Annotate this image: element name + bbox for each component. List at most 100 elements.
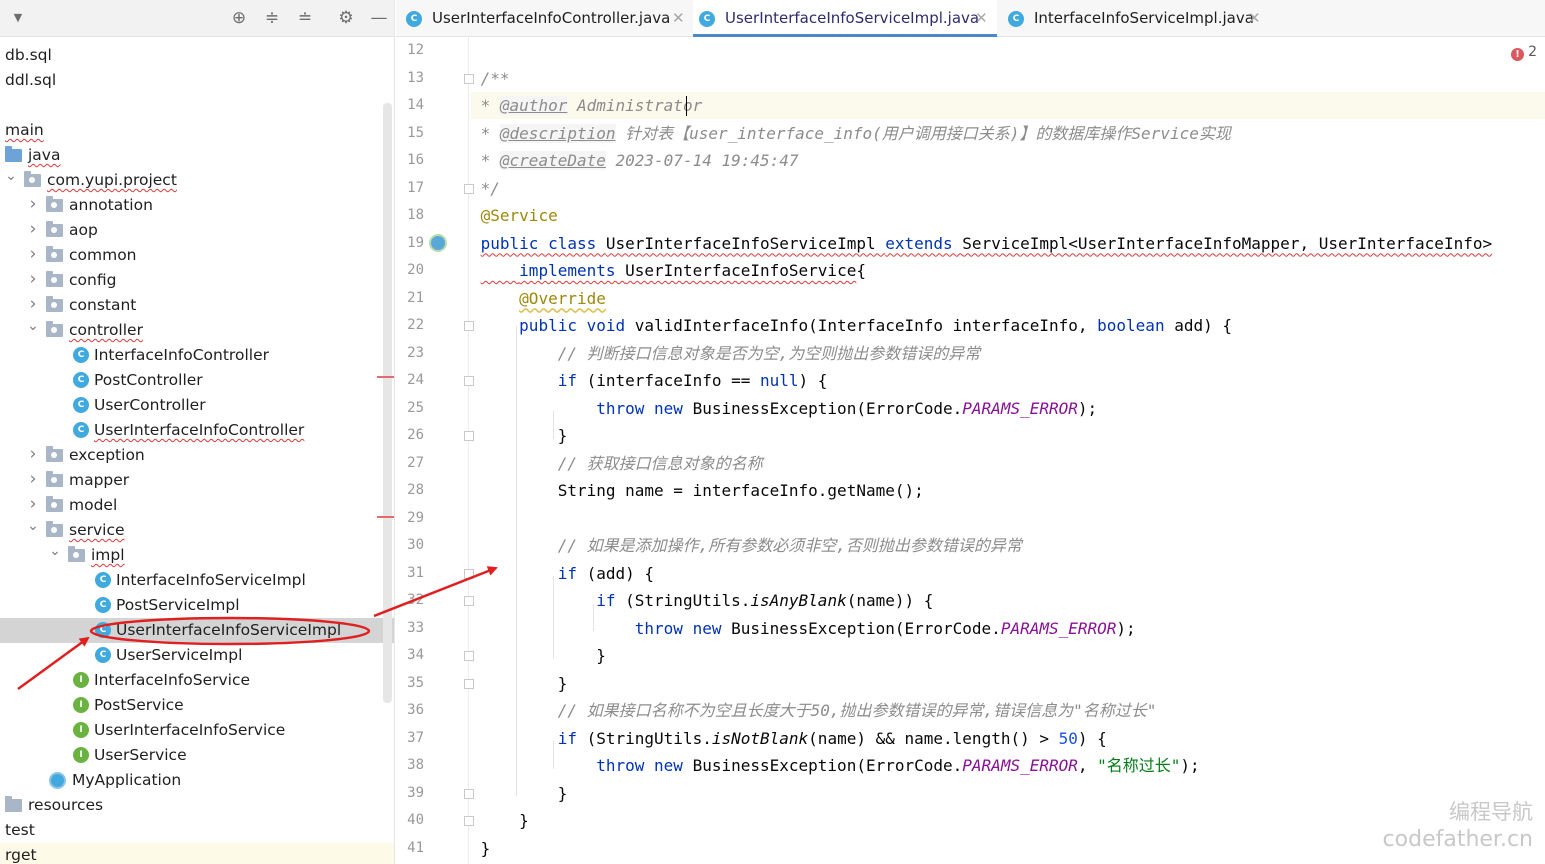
- tree-item-label: main: [5, 121, 44, 139]
- chevron-down-icon[interactable]: ⌄: [4, 164, 18, 189]
- tree-item[interactable]: ⌄ controller: [0, 318, 394, 343]
- code-line: public void validInterfaceInfo(Interface…: [471, 312, 1545, 339]
- tab-label: UserInterfaceInfoController.java: [432, 9, 671, 27]
- tree-item[interactable]: ⌄ com.yupi.project: [0, 168, 394, 193]
- tab-interface-info-service-impl[interactable]: C InterfaceInfoServiceImpl.java ✕: [1008, 0, 1268, 37]
- tree-item-label: annotation: [69, 196, 153, 214]
- folder-icon: [5, 796, 22, 812]
- line-number: 34: [407, 647, 424, 663]
- tree-item[interactable]: [0, 93, 394, 118]
- tree-item-label: mapper: [69, 471, 130, 489]
- tree-item[interactable]: rget: [0, 843, 394, 864]
- tree-item[interactable]: I InterfaceInfoService: [0, 668, 394, 693]
- tree-item-label: InterfaceInfoController: [94, 346, 269, 364]
- class-icon: C: [73, 347, 89, 363]
- folder-icon: [46, 221, 63, 237]
- tree-item[interactable]: java: [0, 143, 394, 168]
- code-line: * @createDate 2023-07-14 19:45:47: [471, 147, 1545, 174]
- folder-icon: [46, 196, 63, 212]
- tree-item[interactable]: C InterfaceInfoServiceImpl: [0, 568, 394, 593]
- tree-item[interactable]: › constant: [0, 293, 394, 318]
- code-area[interactable]: /** * @author Administrator * @descripti…: [471, 37, 1545, 864]
- folder-icon: [46, 296, 63, 312]
- tree-item[interactable]: C UserServiceImpl: [0, 643, 394, 668]
- bean-gutter-icon[interactable]: [429, 233, 447, 252]
- line-number: 15: [407, 124, 424, 141]
- editor: C UserInterfaceInfoController.java ✕ C U…: [396, 0, 1545, 864]
- code-token: *: [480, 96, 500, 115]
- tree-item[interactable]: C InterfaceInfoController: [0, 343, 394, 368]
- code-line: if (interfaceInfo == null) {: [471, 367, 1545, 394]
- tree-item-label: UserInterfaceInfoService: [94, 721, 286, 739]
- minimize-icon[interactable]: —: [369, 8, 389, 28]
- chevron-right-icon[interactable]: ›: [26, 217, 40, 242]
- tab-user-interface-info-controller[interactable]: C UserInterfaceInfoController.java ✕: [406, 0, 689, 37]
- code-token: if: [596, 591, 626, 610]
- code-token: implements: [519, 261, 626, 280]
- tree-item[interactable]: ddl.sql: [0, 68, 394, 93]
- tree-item[interactable]: db.sql: [0, 43, 394, 68]
- code-line: public class UserInterfaceInfoServiceImp…: [471, 230, 1545, 257]
- tree-item[interactable]: I UserInterfaceInfoService: [0, 718, 394, 743]
- tree-scrollbar[interactable]: [383, 103, 392, 703]
- tree-item[interactable]: test: [0, 818, 394, 843]
- collapse-all-icon[interactable]: ≐: [295, 8, 315, 28]
- tree-item[interactable]: › annotation: [0, 192, 394, 218]
- tree-item[interactable]: resources: [0, 793, 394, 818]
- code-line: @Service: [471, 202, 1545, 229]
- chevron-down-icon[interactable]: ⌄: [26, 314, 40, 339]
- tree-item[interactable]: C UserInterfaceInfoController: [0, 418, 394, 443]
- code-token: throw new: [596, 756, 693, 775]
- tree-item[interactable]: › aop: [0, 217, 394, 243]
- chevron-right-icon[interactable]: ›: [26, 242, 40, 267]
- chevron-right-icon[interactable]: ›: [26, 442, 40, 467]
- close-icon[interactable]: ✕: [1248, 0, 1261, 37]
- inspection-widget[interactable]: ! 2: [1511, 44, 1537, 61]
- code-line: [471, 505, 1545, 532]
- tree-item[interactable]: main: [0, 118, 394, 143]
- code-token: (name)) {: [846, 591, 934, 610]
- tree-item[interactable]: › model: [0, 493, 394, 518]
- tree-item-label: ddl.sql: [5, 71, 57, 89]
- chevron-right-icon[interactable]: ›: [26, 267, 40, 292]
- tree-item[interactable]: C PostController: [0, 368, 394, 393]
- tree-item[interactable]: C UserController: [0, 393, 394, 418]
- close-icon[interactable]: ✕: [975, 0, 988, 37]
- folder-icon: [46, 271, 63, 287]
- code-token: UserInterfaceInfoServiceImpl: [605, 233, 886, 253]
- expand-all-icon[interactable]: ≑: [262, 8, 282, 28]
- chevron-down-icon[interactable]: ⌄: [26, 514, 40, 539]
- tree-item[interactable]: MyApplication: [0, 768, 394, 793]
- locate-target-icon[interactable]: ⊕: [229, 8, 249, 28]
- line-number: 29: [407, 509, 424, 526]
- tree-item[interactable]: ⌄ impl: [0, 543, 394, 568]
- folder-icon: [46, 496, 63, 512]
- tree-item[interactable]: I PostService: [0, 693, 394, 718]
- tab-user-interface-info-service-impl[interactable]: C UserInterfaceInfoServiceImpl.java ✕: [693, 0, 997, 37]
- gear-icon[interactable]: ⚙: [336, 8, 356, 28]
- line-number-gutter[interactable]: 12 13 14 15 16 17 18 19 20 21 22 23 24 25 26 27 28 29 30 31…: [396, 37, 474, 864]
- code-token: PARAMS_ERROR: [1000, 618, 1117, 638]
- code-token: BusinessException(ErrorCode.: [692, 756, 963, 775]
- chevron-right-icon[interactable]: ›: [26, 467, 40, 492]
- tree-item[interactable]: › exception: [0, 442, 394, 468]
- dropdown-chevron-icon[interactable]: ▼: [8, 8, 28, 28]
- folder-icon: [46, 446, 63, 462]
- tree-item[interactable]: › config: [0, 267, 394, 293]
- chevron-down-icon[interactable]: ⌄: [48, 539, 62, 564]
- class-icon: C: [1008, 11, 1024, 27]
- close-icon[interactable]: ✕: [672, 0, 685, 37]
- tree-item[interactable]: › mapper: [0, 467, 394, 493]
- tree-item[interactable]: C UserInterfaceInfoServiceImpl: [0, 618, 394, 643]
- tree-item[interactable]: › common: [0, 242, 394, 268]
- tree-item[interactable]: I UserService: [0, 743, 394, 768]
- chevron-right-icon[interactable]: ›: [26, 192, 40, 217]
- tree-item[interactable]: C PostServiceImpl: [0, 593, 394, 618]
